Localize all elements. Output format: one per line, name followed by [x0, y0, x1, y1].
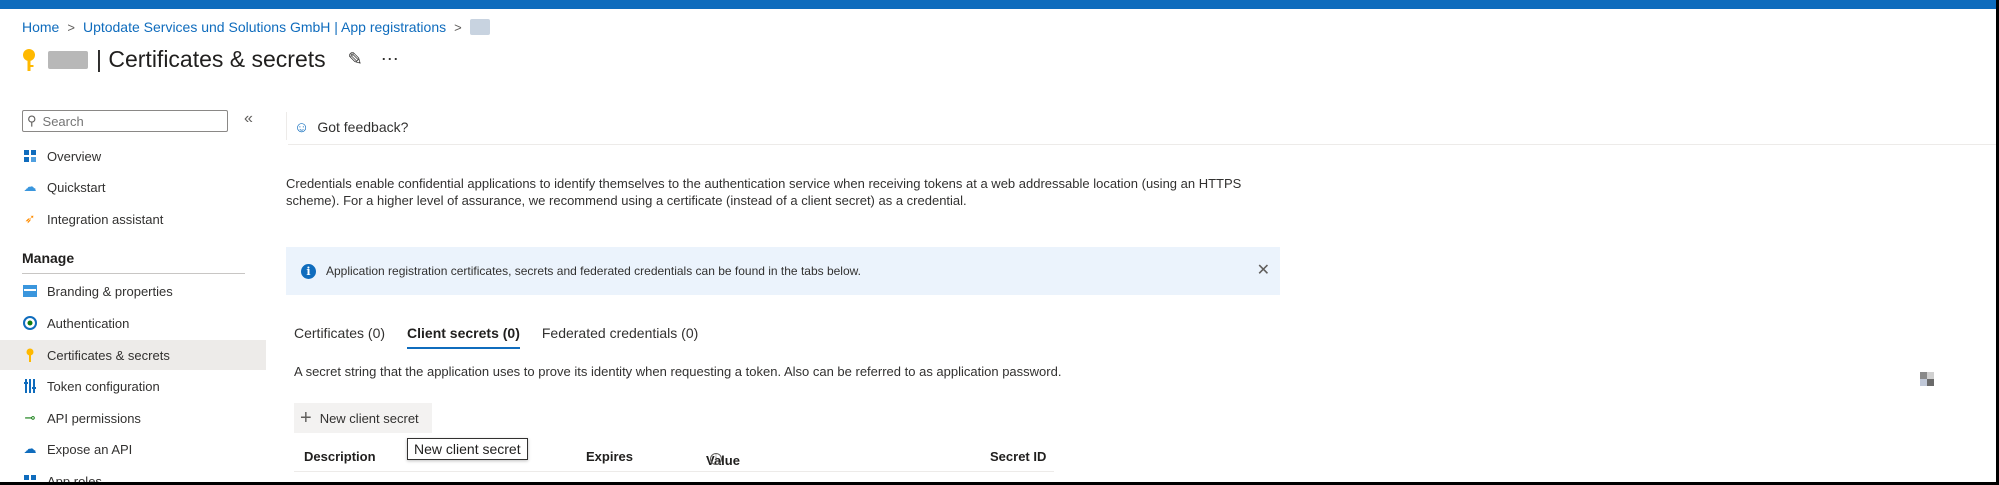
column-secret-id: Secret ID	[990, 449, 1047, 464]
sidebar-item-authentication[interactable]: Authentication	[0, 308, 266, 338]
column-description: Description	[304, 449, 376, 464]
redacted-image	[1920, 372, 1934, 386]
sidebar-item-label: Certificates & secrets	[47, 347, 170, 363]
quickstart-cloud-icon: ☁	[23, 179, 37, 194]
sidebar-item-expose-api[interactable]: ☁ Expose an API	[0, 434, 266, 464]
feedback-button[interactable]: Got feedback?	[317, 119, 408, 135]
sidebar-item-quickstart[interactable]: ☁ Quickstart	[0, 172, 266, 202]
sidebar-item-label: API permissions	[47, 410, 141, 426]
credential-tabs: Certificates (0) Client secrets (0) Fede…	[294, 325, 720, 349]
plus-icon: +	[300, 406, 312, 429]
search-icon: ⚲	[27, 113, 37, 128]
sidebar-item-label: Overview	[47, 148, 102, 164]
key-icon	[23, 48, 35, 71]
info-message: Application registration certificates, s…	[326, 264, 861, 278]
sidebar-item-label: Integration assistant	[47, 211, 164, 227]
collapse-sidebar-icon[interactable]: «	[244, 110, 253, 128]
sidebar-divider	[286, 112, 287, 140]
breadcrumb-tenant[interactable]: Uptodate Services und Solutions GmbH | A…	[83, 19, 446, 35]
rocket-icon: ➶	[24, 211, 36, 226]
info-circle-icon[interactable]: i	[710, 453, 722, 465]
sidebar-item-certificates-secrets[interactable]: Certificates & secrets	[0, 340, 266, 370]
manage-heading: Manage	[22, 250, 75, 266]
chevron-right-icon: >	[454, 19, 462, 35]
sidebar-item-label: Quickstart	[47, 179, 106, 195]
sidebar-item-label: Branding & properties	[47, 283, 173, 299]
feedback-icon: ☺	[294, 118, 310, 136]
sidebar-item-app-roles[interactable]: App roles	[0, 466, 266, 482]
breadcrumb: Home > Uptodate Services und Solutions G…	[22, 19, 490, 35]
sidebar-item-label: App roles	[47, 473, 102, 483]
page-header: | Certificates & secrets ✎ ⋯	[22, 46, 399, 73]
expose-api-cloud-icon: ☁	[23, 441, 37, 456]
command-bar: ☺ Got feedback?	[288, 110, 1996, 145]
authentication-icon	[22, 315, 38, 331]
search-input[interactable]	[40, 112, 225, 130]
redacted-app-name[interactable]	[469, 19, 490, 35]
sidebar-item-overview[interactable]: Overview	[0, 141, 266, 171]
tab-certificates[interactable]: Certificates (0)	[294, 325, 385, 349]
client-secrets-description: A secret string that the application use…	[294, 364, 1062, 379]
credentials-description: Credentials enable confidential applicat…	[286, 176, 1242, 208]
info-icon: i	[301, 263, 316, 279]
new-client-secret-button[interactable]: + New client secret	[294, 403, 432, 433]
sidebar-item-label: Token configuration	[47, 378, 160, 394]
overview-icon	[22, 148, 38, 164]
section-divider	[22, 273, 245, 274]
sidebar-item-integration-assistant[interactable]: ➶ Integration assistant	[0, 204, 266, 234]
info-banner: i Application registration certificates,…	[286, 247, 1280, 295]
api-permissions-icon: ⊸	[24, 410, 36, 425]
column-expires: Expires	[586, 449, 633, 464]
chevron-right-icon: >	[67, 19, 75, 35]
more-options-icon[interactable]: ⋯	[381, 49, 399, 70]
top-accent-bar	[0, 0, 1996, 9]
sidebar-search[interactable]: ⚲	[22, 110, 228, 132]
tab-client-secrets[interactable]: Client secrets (0)	[407, 325, 520, 349]
sidebar-item-token-configuration[interactable]: Token configuration	[0, 371, 266, 401]
token-config-icon	[22, 378, 38, 394]
sidebar-item-branding[interactable]: Branding & properties	[0, 276, 266, 306]
sidebar-item-label: Authentication	[47, 315, 130, 331]
app-roles-icon	[22, 473, 38, 482]
page-title: | Certificates & secrets	[96, 46, 326, 72]
sidebar-item-label: Expose an API	[47, 441, 133, 457]
branding-icon	[22, 283, 38, 299]
pin-icon[interactable]: ✎	[348, 49, 363, 70]
new-client-secret-label: New client secret	[319, 410, 419, 426]
breadcrumb-home[interactable]: Home	[22, 19, 59, 35]
tooltip: New client secret	[407, 438, 528, 460]
key-icon	[22, 347, 38, 363]
portal-window: Home > Uptodate Services und Solutions G…	[0, 0, 1996, 482]
tab-federated-credentials[interactable]: Federated credentials (0)	[542, 325, 698, 349]
sidebar-item-api-permissions[interactable]: ⊸ API permissions	[0, 403, 266, 433]
close-icon[interactable]: ✕	[1257, 260, 1270, 280]
redacted-app-title	[48, 50, 88, 69]
